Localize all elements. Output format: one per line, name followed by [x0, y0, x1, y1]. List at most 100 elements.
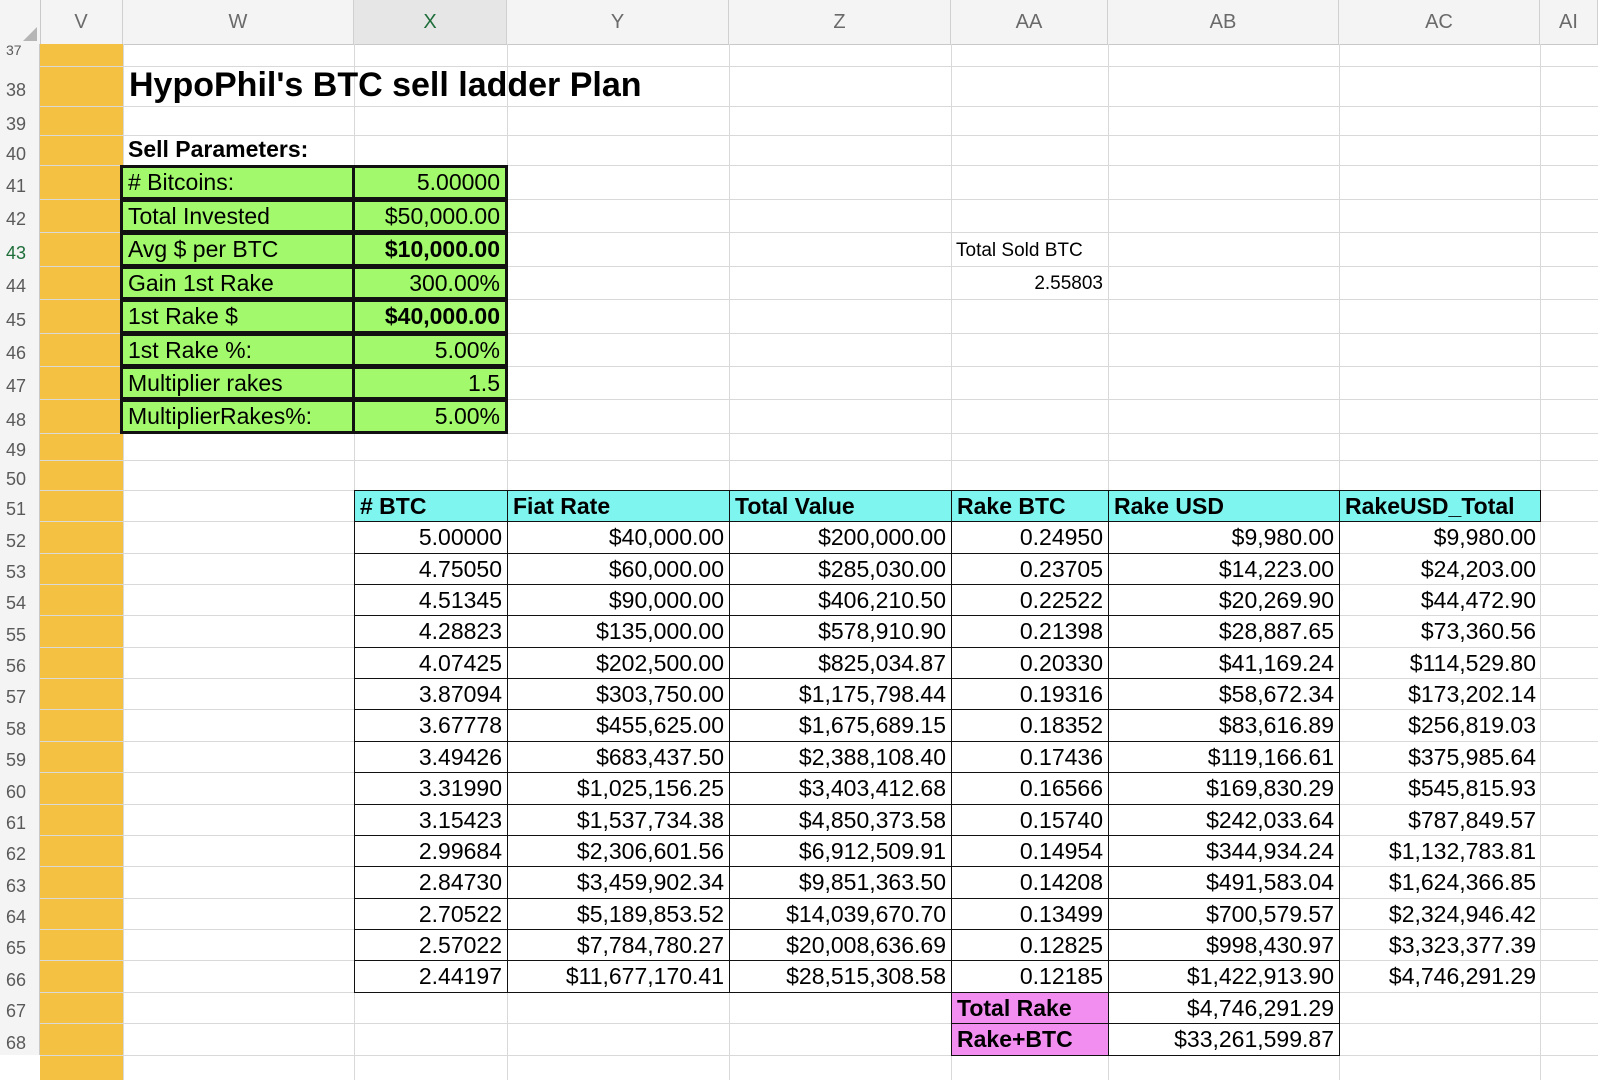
row-header-46[interactable]: 46 [0, 333, 40, 366]
table-cell[interactable]: $825,034.87 [729, 647, 952, 679]
row-header-68[interactable]: 68 [0, 1023, 40, 1055]
table-cell[interactable]: 2.44197 [354, 960, 508, 993]
table-cell[interactable]: $455,625.00 [507, 709, 730, 742]
table-cell[interactable]: 0.15740 [951, 804, 1109, 836]
row-header-67[interactable]: 67 [0, 992, 40, 1023]
row-header-65[interactable]: 65 [0, 929, 40, 960]
table-cell[interactable]: $578,910.90 [729, 615, 952, 648]
table-cell[interactable]: $28,515,308.58 [729, 960, 952, 993]
table-cell[interactable]: 0.12185 [951, 960, 1109, 993]
table-cell[interactable]: 0.12825 [951, 929, 1109, 961]
table-cell[interactable]: 4.07425 [354, 647, 508, 679]
table-cell[interactable]: 2.84730 [354, 866, 508, 899]
param-label[interactable]: Gain 1st Rake [120, 266, 355, 300]
table-cell[interactable]: 2.70522 [354, 898, 508, 930]
table-cell[interactable]: $1,132,783.81 [1339, 835, 1541, 867]
table-cell[interactable]: $545,815.93 [1339, 772, 1541, 805]
row-header-60[interactable]: 60 [0, 772, 40, 804]
table-cell[interactable]: $303,750.00 [507, 678, 730, 710]
select-all-corner[interactable] [0, 0, 41, 44]
table-cell[interactable]: $5,189,853.52 [507, 898, 730, 930]
table-cell[interactable]: $11,677,170.41 [507, 960, 730, 993]
column-header-aa[interactable]: AA [951, 0, 1108, 44]
total-label[interactable]: Rake+BTC [951, 1023, 1109, 1056]
column-header-ac[interactable]: AC [1339, 0, 1540, 44]
table-cell[interactable]: $3,459,902.34 [507, 866, 730, 899]
column-header-z[interactable]: Z [729, 0, 951, 44]
row-header-52[interactable]: 52 [0, 521, 40, 553]
table-cell[interactable]: 2.99684 [354, 835, 508, 867]
table-cell[interactable]: $2,324,946.42 [1339, 898, 1541, 930]
row-header-57[interactable]: 57 [0, 678, 40, 709]
row-header-61[interactable]: 61 [0, 804, 40, 835]
sheet-title[interactable]: HypoPhil's BTC sell ladder Plan [129, 66, 642, 105]
table-cell[interactable]: 2.57022 [354, 929, 508, 961]
param-value[interactable]: 300.00% [352, 266, 508, 300]
table-header-cell[interactable]: # BTC [354, 490, 508, 522]
table-cell[interactable]: $242,033.64 [1108, 804, 1340, 836]
table-cell[interactable]: 0.14954 [951, 835, 1109, 867]
table-header-cell[interactable]: Rake BTC [951, 490, 1109, 522]
table-header-cell[interactable]: Rake USD [1108, 490, 1340, 522]
row-header-51[interactable]: 51 [0, 490, 40, 521]
table-cell[interactable]: $4,850,373.58 [729, 804, 952, 836]
table-cell[interactable]: $44,472.90 [1339, 584, 1541, 616]
table-cell[interactable]: 5.00000 [354, 521, 508, 554]
table-cell[interactable]: $73,360.56 [1339, 615, 1541, 648]
table-cell[interactable]: $700,579.57 [1108, 898, 1340, 930]
table-cell[interactable]: 0.24950 [951, 521, 1109, 554]
row-header-62[interactable]: 62 [0, 835, 40, 866]
table-cell[interactable]: 3.87094 [354, 678, 508, 710]
table-cell[interactable]: $90,000.00 [507, 584, 730, 616]
row-header-50[interactable]: 50 [0, 460, 40, 490]
table-cell[interactable]: $285,030.00 [729, 553, 952, 585]
table-cell[interactable]: 0.17436 [951, 741, 1109, 773]
table-cell[interactable]: 0.18352 [951, 709, 1109, 742]
total-value[interactable]: $33,261,599.87 [1108, 1023, 1340, 1056]
row-header-58[interactable]: 58 [0, 709, 40, 741]
table-cell[interactable]: $169,830.29 [1108, 772, 1340, 805]
column-header-x[interactable]: X [354, 0, 507, 44]
row-header-63[interactable]: 63 [0, 866, 40, 898]
table-cell[interactable]: $41,169.24 [1108, 647, 1340, 679]
param-value[interactable]: $50,000.00 [352, 199, 508, 233]
row-header-66[interactable]: 66 [0, 960, 40, 992]
table-cell[interactable]: 0.16566 [951, 772, 1109, 805]
table-cell[interactable]: 0.20330 [951, 647, 1109, 679]
table-cell[interactable]: $998,430.97 [1108, 929, 1340, 961]
total-sold-btc-label[interactable]: Total Sold BTC [951, 234, 1108, 267]
table-cell[interactable]: $491,583.04 [1108, 866, 1340, 899]
table-cell[interactable]: 0.19316 [951, 678, 1109, 710]
table-cell[interactable]: $6,912,509.91 [729, 835, 952, 867]
table-header-cell[interactable]: Fiat Rate [507, 490, 730, 522]
table-cell[interactable]: $406,210.50 [729, 584, 952, 616]
param-value[interactable]: 5.00% [352, 333, 508, 367]
row-header-38[interactable]: 38 [0, 66, 40, 106]
table-cell[interactable]: $24,203.00 [1339, 553, 1541, 585]
sell-parameters-heading[interactable]: Sell Parameters: [128, 136, 308, 163]
column-header-v[interactable]: V [40, 0, 123, 44]
row-header-47[interactable]: 47 [0, 366, 40, 399]
table-cell[interactable]: 0.23705 [951, 553, 1109, 585]
table-cell[interactable]: $1,624,366.85 [1339, 866, 1541, 899]
table-cell[interactable]: $40,000.00 [507, 521, 730, 554]
param-value[interactable]: $40,000.00 [352, 299, 508, 334]
table-cell[interactable]: 3.67778 [354, 709, 508, 742]
param-label[interactable]: 1st Rake %: [120, 333, 355, 367]
row-header-49[interactable]: 49 [0, 433, 40, 460]
row-header-53[interactable]: 53 [0, 553, 40, 584]
table-cell[interactable]: $3,323,377.39 [1339, 929, 1541, 961]
row-header-39[interactable]: 39 [0, 106, 40, 135]
table-cell[interactable]: $7,784,780.27 [507, 929, 730, 961]
table-cell[interactable]: $1,422,913.90 [1108, 960, 1340, 993]
table-cell[interactable]: 4.51345 [354, 584, 508, 616]
table-cell[interactable]: $375,985.64 [1339, 741, 1541, 773]
param-label[interactable]: 1st Rake $ [120, 299, 355, 334]
table-header-cell[interactable]: Total Value [729, 490, 952, 522]
row-header-56[interactable]: 56 [0, 647, 40, 678]
row-header-43[interactable]: 43 [0, 232, 40, 266]
param-value[interactable]: $10,000.00 [352, 232, 508, 267]
table-cell[interactable]: $1,025,156.25 [507, 772, 730, 805]
column-header-w[interactable]: W [123, 0, 354, 44]
table-cell[interactable]: $4,746,291.29 [1339, 960, 1541, 993]
